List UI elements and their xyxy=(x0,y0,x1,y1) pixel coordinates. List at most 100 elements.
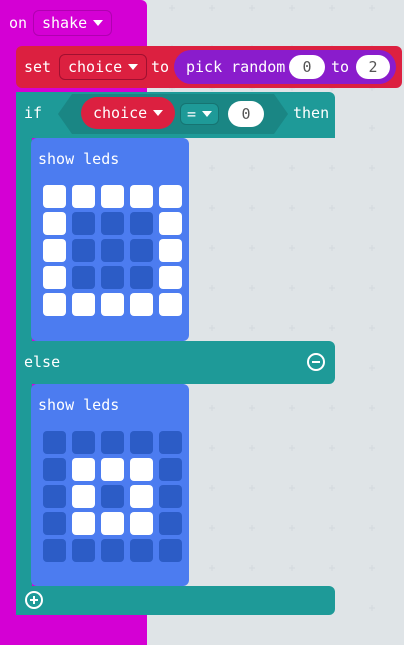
led-cell[interactable] xyxy=(101,431,124,454)
grid-mark xyxy=(249,205,255,211)
led-cell[interactable] xyxy=(43,512,66,535)
event-dropdown-value: shake xyxy=(42,14,88,32)
led-cell[interactable] xyxy=(43,458,66,481)
led-cell[interactable] xyxy=(101,212,124,235)
led-cell[interactable] xyxy=(159,485,182,508)
led-cell[interactable] xyxy=(159,239,182,262)
led-cell[interactable] xyxy=(130,431,153,454)
led-cell[interactable] xyxy=(72,512,95,535)
grid-mark xyxy=(249,525,255,531)
led-cell[interactable] xyxy=(101,266,124,289)
led-cell[interactable] xyxy=(101,185,124,208)
led-cell[interactable] xyxy=(159,458,182,481)
grid-mark xyxy=(249,285,255,291)
led-cell[interactable] xyxy=(101,512,124,535)
led-cell[interactable] xyxy=(130,185,153,208)
grid-mark xyxy=(329,325,335,331)
led-cell[interactable] xyxy=(43,293,66,316)
chevron-down-icon xyxy=(153,110,164,116)
grid-mark xyxy=(329,565,335,571)
led-cell[interactable] xyxy=(43,431,66,454)
led-cell[interactable] xyxy=(159,539,182,562)
led-cell[interactable] xyxy=(130,458,153,481)
led-cell[interactable] xyxy=(43,239,66,262)
random-min-input[interactable]: 0 xyxy=(289,55,325,79)
grid-mark xyxy=(369,205,375,211)
grid-mark xyxy=(209,205,215,211)
set-variable-dropdown[interactable]: choice xyxy=(59,54,148,80)
led-cell[interactable] xyxy=(159,185,182,208)
led-matrix-1 xyxy=(43,185,183,325)
set-label: set xyxy=(24,58,52,76)
grid-mark xyxy=(369,605,375,611)
led-cell[interactable] xyxy=(72,539,95,562)
grid-mark xyxy=(329,525,335,531)
grid-mark xyxy=(209,525,215,531)
grid-mark xyxy=(209,165,215,171)
led-cell[interactable] xyxy=(101,458,124,481)
grid-mark xyxy=(329,245,335,251)
grid-mark xyxy=(369,5,375,11)
led-cell[interactable] xyxy=(130,239,153,262)
plus-circle-icon[interactable] xyxy=(25,591,43,609)
led-cell[interactable] xyxy=(72,212,95,235)
led-cell[interactable] xyxy=(101,539,124,562)
chevron-down-icon xyxy=(128,64,139,70)
condition-value-input[interactable]: 0 xyxy=(228,101,264,127)
grid-mark xyxy=(329,405,335,411)
grid-mark xyxy=(289,525,295,531)
led-cell[interactable] xyxy=(72,266,95,289)
led-cell[interactable] xyxy=(101,239,124,262)
led-cell[interactable] xyxy=(130,266,153,289)
led-cell[interactable] xyxy=(159,293,182,316)
grid-mark xyxy=(289,325,295,331)
if-else-footer xyxy=(16,586,335,615)
on-shake-block-tail xyxy=(0,615,147,645)
grid-mark xyxy=(209,5,215,11)
led-cell[interactable] xyxy=(43,185,66,208)
grid-mark xyxy=(369,565,375,571)
led-cell[interactable] xyxy=(72,485,95,508)
grid-mark xyxy=(369,525,375,531)
led-cell[interactable] xyxy=(130,539,153,562)
led-cell[interactable] xyxy=(159,266,182,289)
grid-mark xyxy=(329,165,335,171)
grid-mark xyxy=(209,445,215,451)
led-cell[interactable] xyxy=(43,485,66,508)
grid-mark xyxy=(209,485,215,491)
led-cell[interactable] xyxy=(159,212,182,235)
led-cell[interactable] xyxy=(130,212,153,235)
minus-circle-icon[interactable] xyxy=(307,353,325,371)
on-label: on xyxy=(9,14,28,32)
led-cell[interactable] xyxy=(159,512,182,535)
led-cell[interactable] xyxy=(130,485,153,508)
led-cell[interactable] xyxy=(72,185,95,208)
led-cell[interactable] xyxy=(101,485,124,508)
grid-mark xyxy=(289,445,295,451)
led-cell[interactable] xyxy=(130,512,153,535)
led-cell[interactable] xyxy=(43,212,66,235)
operator-dropdown[interactable]: = xyxy=(180,103,220,125)
random-to-label: to xyxy=(331,58,350,76)
pick-random-label: pick random xyxy=(186,58,286,76)
led-cell[interactable] xyxy=(72,239,95,262)
grid-mark xyxy=(289,165,295,171)
condition-variable-dropdown[interactable]: choice xyxy=(81,97,176,129)
led-cell[interactable] xyxy=(72,293,95,316)
grid-mark xyxy=(369,445,375,451)
event-dropdown[interactable]: shake xyxy=(33,10,113,36)
grid-mark xyxy=(329,445,335,451)
grid-mark xyxy=(249,485,255,491)
led-cell[interactable] xyxy=(101,293,124,316)
led-cell[interactable] xyxy=(43,539,66,562)
random-max-input[interactable]: 2 xyxy=(356,55,390,79)
led-cell[interactable] xyxy=(130,293,153,316)
led-cell[interactable] xyxy=(72,458,95,481)
chevron-down-icon xyxy=(93,20,104,26)
led-cell[interactable] xyxy=(159,431,182,454)
led-cell[interactable] xyxy=(43,266,66,289)
grid-mark xyxy=(289,485,295,491)
led-cell[interactable] xyxy=(72,431,95,454)
grid-mark xyxy=(169,5,175,11)
grid-mark xyxy=(249,445,255,451)
